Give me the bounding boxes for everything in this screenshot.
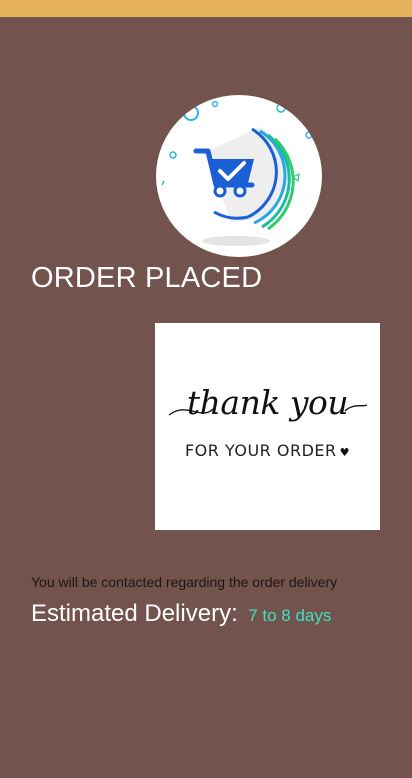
- heart-icon: ♥: [339, 446, 351, 459]
- status-bar: [0, 0, 412, 17]
- estimated-delivery-label: Estimated Delivery:: [31, 600, 238, 627]
- thank-you-card: thank you FOR YOUR ORDER ♥: [155, 323, 380, 530]
- thank-you-subtitle: FOR YOUR ORDER ♥: [155, 441, 380, 460]
- estimated-delivery-value: 7 to 8 days: [248, 606, 332, 625]
- thank-you-text: thank you: [186, 383, 349, 422]
- estimated-delivery: Estimated Delivery: 7 to 8 days: [31, 600, 331, 628]
- shopping-cart-check-icon: [161, 100, 313, 246]
- page-title: ORDER PLACED: [31, 262, 263, 294]
- order-success-illustration: [156, 95, 322, 257]
- thank-you-subtitle-text: FOR YOUR ORDER: [184, 441, 337, 460]
- contact-note: You will be contacted regarding the orde…: [31, 574, 338, 590]
